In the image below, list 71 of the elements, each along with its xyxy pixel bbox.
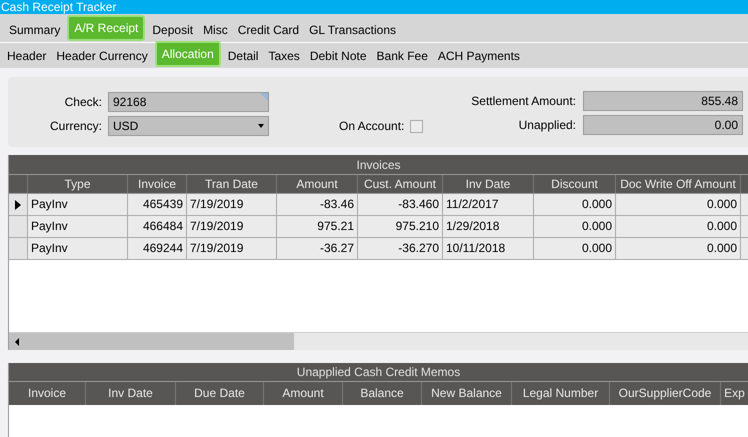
table-cell: 7/19/2019 bbox=[187, 216, 277, 237]
window-title: Cash Receipt Tracker bbox=[0, 0, 748, 14]
column-header[interactable]: New Balance bbox=[422, 382, 512, 405]
column-header[interactable]: Tran Date bbox=[187, 175, 277, 193]
table-cell: 0.000 bbox=[616, 216, 741, 237]
field-label: Settlement Amount: bbox=[470, 93, 577, 110]
column-header[interactable]: Amount bbox=[277, 175, 358, 193]
table-cell: 975.21 bbox=[277, 216, 358, 237]
grid-title: Unapplied Cash Credit Memos bbox=[9, 363, 748, 382]
grid-title: Invoices bbox=[9, 155, 748, 175]
table-cell: 465439 bbox=[128, 194, 187, 215]
column-header[interactable]: Legal Number bbox=[512, 382, 610, 405]
tab[interactable]: ACH Payments bbox=[432, 45, 525, 67]
field-label: Check: bbox=[64, 94, 103, 111]
table-cell: 7/19/2019 bbox=[187, 194, 277, 215]
tab[interactable]: Misc bbox=[198, 19, 233, 41]
column-header[interactable]: Discount bbox=[534, 175, 616, 193]
tab[interactable]: Bank Fee bbox=[372, 45, 433, 67]
input-field: 0.00 bbox=[583, 115, 743, 135]
column-header[interactable]: Cust. Amount bbox=[358, 175, 443, 193]
column-header[interactable]: Type bbox=[28, 175, 128, 193]
tab[interactable]: Credit Card bbox=[232, 19, 304, 41]
table-cell: 10/11/2018 bbox=[443, 238, 534, 259]
column-header[interactable]: Balance bbox=[343, 382, 422, 405]
table-cell: PayInv bbox=[28, 238, 128, 259]
tab[interactable]: GL Transactions bbox=[304, 19, 402, 41]
table-cell: -36.27 bbox=[277, 238, 358, 259]
horizontal-scrollbar[interactable] bbox=[9, 332, 748, 350]
column-header[interactable]: Due Date bbox=[176, 382, 264, 405]
field-label: Currency: bbox=[48, 118, 103, 135]
column-header[interactable]: Inv Date bbox=[443, 175, 534, 193]
table-cell: 0.000 bbox=[534, 216, 616, 237]
input-field: 855.48 bbox=[583, 91, 743, 111]
table-cell: 1/29/2018 bbox=[443, 216, 534, 237]
caret-icon bbox=[258, 124, 264, 128]
table-cell: 0.000 bbox=[616, 194, 741, 215]
table-cell: 975.210 bbox=[358, 216, 443, 237]
column-header[interactable]: Exp bbox=[721, 382, 748, 405]
column-header[interactable]: Invoice bbox=[9, 382, 86, 405]
table-cell: -83.46 bbox=[277, 194, 358, 215]
table-cell: -83.460 bbox=[358, 194, 443, 215]
tab[interactable]: Detail bbox=[222, 45, 264, 67]
table-cell: 0.000 bbox=[616, 238, 741, 259]
table-cell: 0.000 bbox=[534, 194, 616, 215]
tab[interactable]: Deposit bbox=[147, 19, 198, 41]
table-cell: PayInv bbox=[28, 216, 128, 237]
field-label: Unapplied: bbox=[518, 117, 577, 134]
table-cell: 11/2/2017 bbox=[443, 194, 534, 215]
tab[interactable]: Summary bbox=[4, 19, 66, 41]
left-arrow-icon bbox=[15, 338, 19, 346]
tab[interactable]: Debit Note bbox=[304, 45, 372, 67]
checkbox[interactable] bbox=[410, 120, 424, 133]
table-cell: 7/19/2019 bbox=[187, 238, 277, 259]
corner-marker-icon bbox=[260, 93, 268, 101]
row-selector[interactable] bbox=[9, 194, 28, 215]
tab[interactable]: Header Currency bbox=[51, 45, 153, 67]
column-header[interactable]: Invoice bbox=[128, 175, 187, 193]
table-cell: 469244 bbox=[128, 238, 187, 259]
column-header[interactable]: Inv Date bbox=[86, 382, 176, 405]
table-cell: -36.270 bbox=[358, 238, 443, 259]
input-field[interactable]: 92168 bbox=[108, 92, 269, 112]
table-cell: PayInv bbox=[28, 194, 128, 215]
tab[interactable]: Taxes bbox=[263, 45, 305, 67]
dropdown-field[interactable]: USD bbox=[108, 116, 269, 136]
table-cell: 466484 bbox=[128, 216, 187, 237]
table-cell: 0.000 bbox=[534, 238, 616, 259]
column-header[interactable]: OurSupplierCode bbox=[610, 382, 721, 405]
field-label: On Account: bbox=[339, 118, 404, 135]
column-header[interactable]: Doc Write Off Amount bbox=[616, 175, 741, 193]
tab[interactable]: Header bbox=[2, 45, 52, 67]
column-header[interactable]: Amount bbox=[264, 382, 343, 405]
